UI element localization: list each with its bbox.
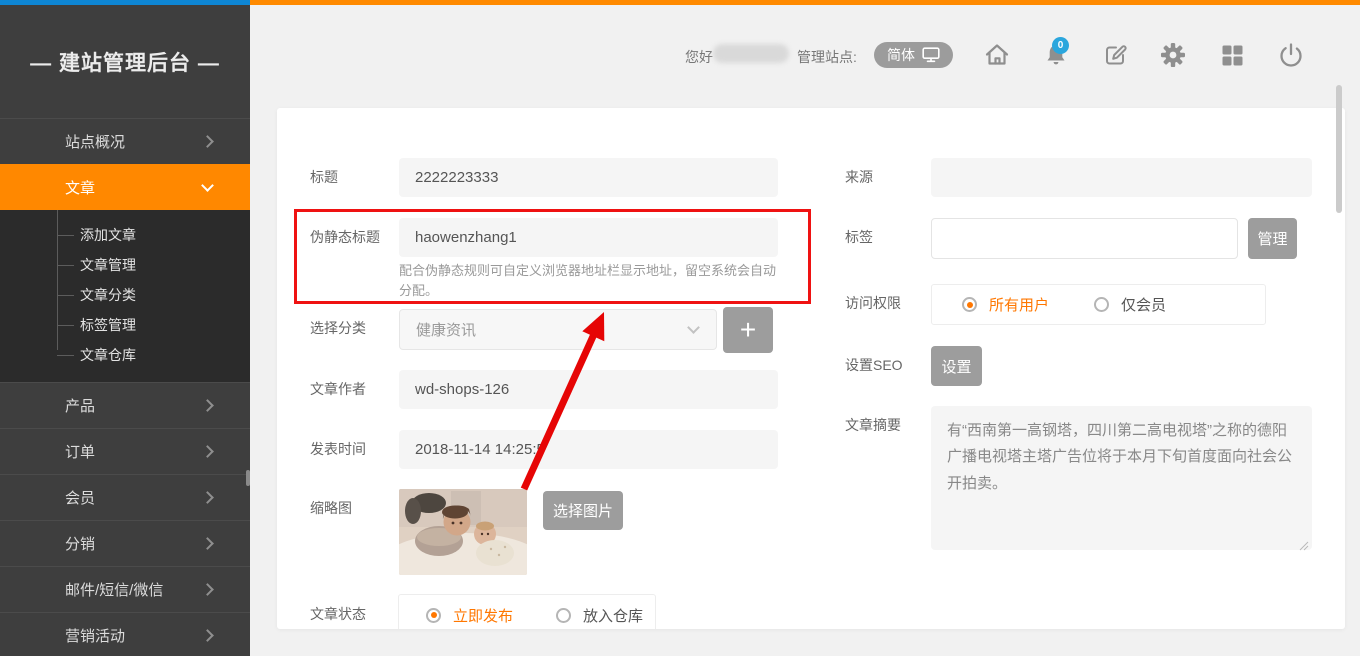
submenu-item-article-category[interactable]: 文章分类 (0, 280, 250, 310)
greeting-text: 您好 (685, 47, 713, 67)
source-label: 来源 (845, 158, 873, 197)
radio-to-warehouse[interactable] (556, 608, 571, 623)
access-radio-group: 所有用户 仅会员 (931, 284, 1266, 325)
seo-settings-button[interactable]: 设置 (931, 346, 982, 386)
sidebar-item-label: 订单 (65, 441, 95, 462)
status-radio-group: 立即发布 放入仓库 (398, 594, 656, 629)
notification-badge: 0 (1052, 37, 1069, 54)
publish-time-input[interactable] (399, 430, 778, 469)
sidebar-item-label: 邮件/短信/微信 (65, 579, 163, 600)
chevron-down-icon (201, 179, 214, 192)
sidebar-item-site-overview[interactable]: 站点概况 (0, 118, 250, 164)
redacted-username (713, 44, 789, 63)
sidebar: — 建站管理后台 — 站点概况 文章 添加文章 文章管理 文章分类 标签管理 文… (0, 5, 250, 656)
status-label: 文章状态 (310, 595, 366, 629)
submenu-item-tag-manage[interactable]: 标签管理 (0, 310, 250, 340)
language-label: 简体 (887, 45, 915, 65)
category-selected-value: 健康资讯 (416, 319, 476, 340)
tags-input[interactable] (931, 218, 1238, 259)
sidebar-item-mail-sms-wechat[interactable]: 邮件/短信/微信 (0, 566, 250, 612)
manage-site-label: 管理站点: (797, 47, 857, 67)
abstract-label: 文章摘要 (845, 406, 901, 445)
category-select[interactable]: 健康资讯 (399, 309, 717, 350)
author-input[interactable] (399, 370, 778, 409)
main-scrollbar-thumb[interactable] (1336, 85, 1342, 213)
choose-image-button[interactable]: 选择图片 (543, 491, 623, 530)
apps-grid-icon[interactable] (1218, 41, 1246, 69)
chevron-right-icon (201, 629, 214, 642)
sidebar-item-label: 站点概况 (65, 131, 125, 152)
sidebar-item-label: 文章 (65, 177, 95, 198)
chevron-right-icon (201, 445, 214, 458)
title-input[interactable] (399, 158, 778, 197)
submenu-item-add-article[interactable]: 添加文章 (0, 220, 250, 250)
thumbnail-image (399, 489, 527, 575)
manage-tags-button[interactable]: 管理 (1248, 218, 1297, 259)
tags-label: 标签 (845, 218, 873, 257)
chevron-down-icon (687, 321, 700, 334)
sidebar-item-label: 分销 (65, 533, 95, 554)
sidebar-item-label: 产品 (65, 395, 95, 416)
sidebar-item-label: 会员 (65, 487, 95, 508)
chevron-right-icon (201, 537, 214, 550)
settings-gear-icon[interactable] (1159, 41, 1187, 69)
radio-publish-now-label[interactable]: 立即发布 (453, 605, 513, 626)
title-label: 标题 (310, 158, 338, 197)
chevron-right-icon (201, 135, 214, 148)
radio-all-users-label[interactable]: 所有用户 (989, 294, 1049, 315)
power-logout-icon[interactable] (1277, 41, 1305, 69)
article-edit-panel: 标题 伪静态标题 配合伪静态规则可自定义浏览器地址栏显示地址，留空系统会自动分配… (277, 108, 1345, 629)
language-switch-button[interactable]: 简体 (874, 42, 953, 68)
slug-input[interactable] (399, 218, 778, 257)
submenu-item-article-manage[interactable]: 文章管理 (0, 250, 250, 280)
app-title: — 建站管理后台 — (0, 5, 250, 118)
home-icon[interactable] (983, 41, 1011, 69)
sidebar-item-products[interactable]: 产品 (0, 382, 250, 428)
author-label: 文章作者 (310, 370, 366, 409)
sidebar-scrollbar-thumb[interactable] (246, 470, 250, 486)
slug-label: 伪静态标题 (310, 218, 380, 257)
abstract-textarea[interactable]: 有“西南第一高钢塔，四川第二高电视塔”之称的德阳广播电视塔主塔广告位将于本月下旬… (931, 406, 1312, 550)
thumbnail-label: 缩略图 (310, 489, 352, 528)
monitor-icon (922, 47, 940, 63)
chevron-right-icon (201, 583, 214, 596)
chevron-right-icon (201, 399, 214, 412)
slug-help-text: 配合伪静态规则可自定义浏览器地址栏显示地址，留空系统会自动分配。 (399, 261, 781, 301)
sidebar-item-marketing[interactable]: 营销活动 (0, 612, 250, 656)
sidebar-item-distribution[interactable]: 分销 (0, 520, 250, 566)
radio-to-warehouse-label[interactable]: 放入仓库 (583, 605, 643, 626)
radio-members-only-label[interactable]: 仅会员 (1121, 294, 1166, 315)
radio-all-users[interactable] (962, 297, 977, 312)
submenu-item-article-warehouse[interactable]: 文章仓库 (0, 340, 250, 370)
sidebar-item-members[interactable]: 会员 (0, 474, 250, 520)
sidebar-item-articles[interactable]: 文章 (0, 164, 250, 210)
publish-time-label: 发表时间 (310, 430, 366, 469)
seo-label: 设置SEO (845, 346, 903, 385)
topbar-orange-strip (250, 0, 1360, 5)
edit-icon[interactable] (1101, 41, 1129, 69)
category-label: 选择分类 (310, 309, 366, 348)
sidebar-item-orders[interactable]: 订单 (0, 428, 250, 474)
add-category-button[interactable]: + (723, 307, 773, 353)
source-input[interactable] (931, 158, 1312, 197)
radio-publish-now[interactable] (426, 608, 441, 623)
radio-members-only[interactable] (1094, 297, 1109, 312)
access-label: 访问权限 (845, 284, 901, 323)
sidebar-item-label: 营销活动 (65, 625, 125, 646)
chevron-right-icon (201, 491, 214, 504)
sidebar-submenu: 添加文章 文章管理 文章分类 标签管理 文章仓库 (0, 210, 250, 382)
